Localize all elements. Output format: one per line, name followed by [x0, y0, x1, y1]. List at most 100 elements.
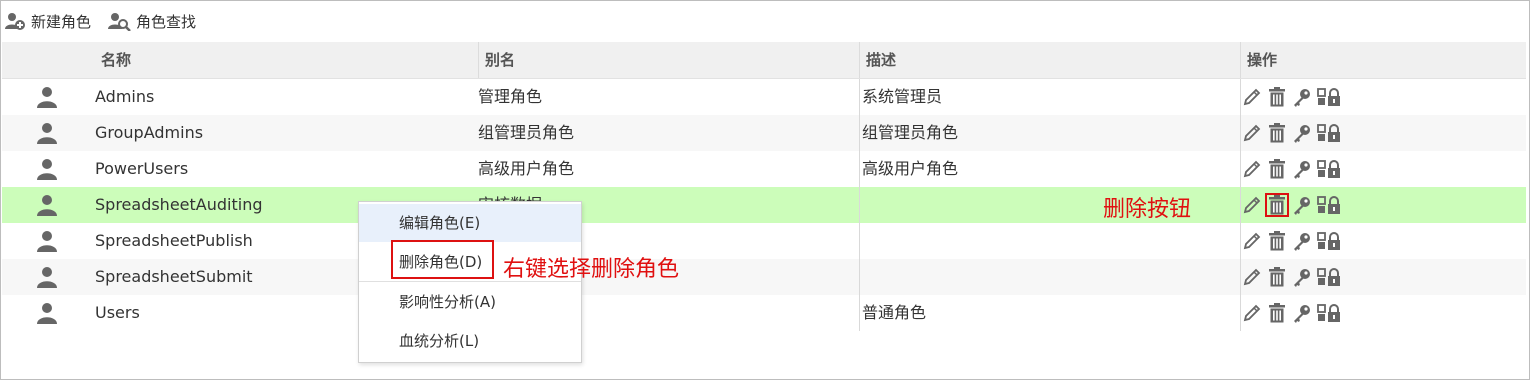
- row-icon-cell: [2, 223, 92, 259]
- key-button[interactable]: [1291, 230, 1313, 252]
- permission-button[interactable]: [1316, 158, 1342, 180]
- header-alias[interactable]: 别名: [478, 42, 859, 78]
- role-name: GroupAdmins: [95, 123, 204, 142]
- edit-button[interactable]: [1241, 266, 1263, 288]
- header-name[interactable]: 名称: [95, 42, 478, 78]
- permission-lock-icon: [1317, 304, 1340, 322]
- delete-button[interactable]: [1266, 302, 1288, 324]
- permission-button[interactable]: [1316, 266, 1342, 288]
- key-button[interactable]: [1291, 122, 1313, 144]
- role-alias: 高级用户角色: [478, 159, 575, 178]
- header-desc[interactable]: 描述: [859, 42, 1240, 78]
- key-icon: [1294, 161, 1310, 179]
- delete-button[interactable]: [1266, 86, 1288, 108]
- new-role-label: 新建角色: [31, 12, 92, 31]
- permission-button[interactable]: [1316, 194, 1342, 216]
- table-row[interactable]: SpreadsheetPublish: [2, 223, 1526, 259]
- delete-trash-icon: [1269, 231, 1285, 251]
- table-row[interactable]: SpreadsheetAuditing审核数据: [2, 187, 1526, 223]
- edit-pencil-icon: [1243, 160, 1261, 178]
- edit-pencil-icon: [1243, 268, 1261, 286]
- row-actions: [1240, 79, 1526, 115]
- role-alias: 组管理员角色: [478, 123, 575, 142]
- delete-button[interactable]: [1265, 193, 1289, 217]
- user-icon: [37, 87, 57, 108]
- edit-button[interactable]: [1241, 86, 1263, 108]
- role-name: PowerUsers: [95, 159, 189, 178]
- menu-item-lineage-analysis[interactable]: 血统分析(L): [359, 322, 581, 360]
- delete-trash-icon: [1269, 195, 1285, 215]
- delete-button[interactable]: [1266, 122, 1288, 144]
- edit-pencil-icon: [1243, 124, 1261, 142]
- permission-lock-icon: [1317, 196, 1340, 214]
- role-desc: [859, 259, 1240, 295]
- edit-pencil-icon: [1243, 304, 1261, 322]
- menu-item-edit-role[interactable]: 编辑角色(E): [359, 204, 581, 242]
- permission-lock-icon: [1317, 88, 1340, 106]
- table-row[interactable]: PowerUsers 高级用户角色 高级用户角色: [2, 151, 1526, 187]
- key-icon: [1294, 233, 1310, 251]
- delete-trash-icon: [1269, 303, 1285, 323]
- permission-button[interactable]: [1316, 86, 1342, 108]
- delete-trash-icon: [1269, 159, 1285, 179]
- add-user-icon: [5, 13, 25, 30]
- header-ops: 操作: [1240, 42, 1526, 78]
- edit-pencil-icon: [1243, 232, 1261, 250]
- table-body: Admins 管理角色 系统管理员 GroupAdmins 组管理员角色 组管理员角色 Po…: [2, 79, 1526, 331]
- delete-button[interactable]: [1266, 158, 1288, 180]
- row-actions: [1240, 295, 1526, 331]
- user-icon: [37, 267, 57, 288]
- menu-item-impact-analysis[interactable]: 影响性分析(A): [359, 283, 581, 321]
- row-actions: [1240, 151, 1526, 187]
- role-name: Admins: [95, 87, 155, 106]
- table-row[interactable]: SpreadsheetSubmit: [2, 259, 1526, 295]
- key-icon: [1294, 269, 1310, 287]
- role-desc: 组管理员角色: [859, 115, 1240, 151]
- edit-button[interactable]: [1241, 194, 1263, 216]
- key-button[interactable]: [1291, 158, 1313, 180]
- row-actions: [1240, 115, 1526, 151]
- search-user-icon: [108, 13, 131, 31]
- table-row[interactable]: Admins 管理角色 系统管理员: [2, 79, 1526, 115]
- user-icon: [37, 231, 57, 252]
- key-button[interactable]: [1291, 302, 1313, 324]
- row-actions: [1240, 187, 1526, 223]
- user-icon: [37, 303, 57, 324]
- table-row[interactable]: Users 普通角色: [2, 295, 1526, 331]
- edit-pencil-icon: [1243, 88, 1261, 106]
- row-icon-cell: [2, 79, 92, 115]
- permission-button[interactable]: [1316, 302, 1342, 324]
- key-button[interactable]: [1291, 266, 1313, 288]
- edit-button[interactable]: [1241, 122, 1263, 144]
- key-button[interactable]: [1291, 86, 1313, 108]
- key-icon: [1294, 305, 1310, 323]
- permission-button[interactable]: [1316, 230, 1342, 252]
- key-icon: [1294, 197, 1310, 215]
- row-icon-cell: [2, 151, 92, 187]
- edit-button[interactable]: [1241, 230, 1263, 252]
- row-actions: [1240, 259, 1526, 295]
- table-header: 名称 别名 描述 操作: [2, 42, 1526, 79]
- find-role-button[interactable]: 角色查找: [107, 11, 196, 32]
- row-icon-cell: [2, 115, 92, 151]
- delete-button[interactable]: [1266, 230, 1288, 252]
- permission-lock-icon: [1317, 232, 1340, 250]
- permission-lock-icon: [1317, 160, 1340, 178]
- role-desc: [859, 223, 1240, 259]
- role-desc: 普通角色: [859, 295, 1240, 331]
- permission-lock-icon: [1317, 268, 1340, 286]
- edit-button[interactable]: [1241, 158, 1263, 180]
- permission-button[interactable]: [1316, 122, 1342, 144]
- role-alias: 管理角色: [478, 87, 543, 106]
- roles-table: 名称 别名 描述 操作 Admins 管理角色 系统管理员 GroupAdmins 组管…: [2, 42, 1526, 331]
- edit-pencil-icon: [1243, 196, 1261, 214]
- toolbar: 新建角色 角色查找: [4, 8, 196, 34]
- table-row[interactable]: GroupAdmins 组管理员角色 组管理员角色: [2, 115, 1526, 151]
- row-actions: [1240, 223, 1526, 259]
- row-icon-cell: [2, 295, 92, 331]
- key-button[interactable]: [1291, 194, 1313, 216]
- new-role-button[interactable]: 新建角色: [4, 11, 91, 32]
- edit-button[interactable]: [1241, 302, 1263, 324]
- delete-trash-icon: [1269, 87, 1285, 107]
- delete-button[interactable]: [1266, 266, 1288, 288]
